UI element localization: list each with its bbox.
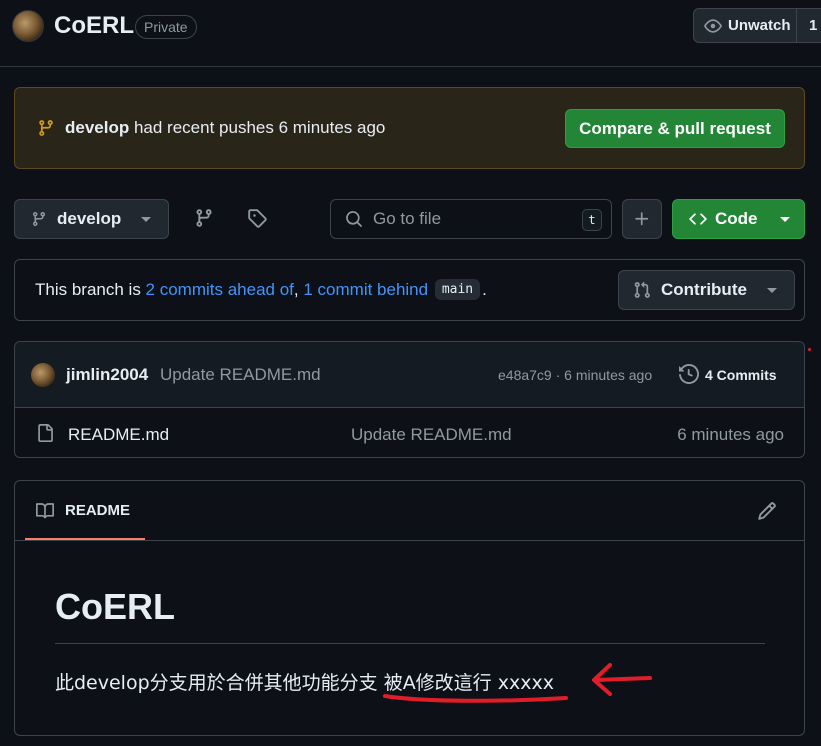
git-pull-request-icon: [633, 281, 651, 299]
author-avatar[interactable]: [31, 363, 55, 387]
branch-comparison-bar: This branch is 2 commits ahead of, 1 com…: [14, 259, 805, 321]
file-list: jimlin2004 Update README.md e48a7c9 · 6 …: [14, 341, 805, 458]
watch-count[interactable]: 1: [796, 9, 821, 42]
code-button[interactable]: Code: [672, 199, 805, 239]
chevron-down-icon: [141, 216, 152, 222]
contribute-label: Contribute: [661, 280, 747, 299]
active-tab-indicator: [25, 538, 145, 540]
recent-push-banner: develop had recent pushes 6 minutes ago …: [14, 87, 805, 169]
plus-icon: [633, 210, 651, 228]
heading-divider: [55, 643, 765, 644]
git-branch-icon: [37, 119, 55, 137]
red-arrow-annotation: [588, 660, 654, 700]
history-icon: [679, 364, 699, 384]
tab-readme[interactable]: README: [65, 502, 130, 519]
unwatch-button[interactable]: Unwatch 1: [693, 8, 821, 43]
add-file-button[interactable]: [622, 199, 662, 239]
repo-title[interactable]: CoERL: [54, 12, 134, 40]
file-commit-time: 6 minutes ago: [677, 425, 784, 444]
chevron-down-icon: [766, 287, 777, 293]
push-branch-link[interactable]: develop: [65, 118, 129, 137]
compare-pull-request-button[interactable]: Compare & pull request: [565, 109, 785, 148]
latest-commit-bar: jimlin2004 Update README.md e48a7c9 · 6 …: [15, 342, 804, 408]
branch-name: develop: [57, 209, 122, 228]
branch-selector[interactable]: develop: [14, 199, 169, 239]
readme-heading: CoERL: [55, 586, 175, 627]
eye-icon: [704, 17, 722, 35]
visibility-badge: Private: [135, 15, 197, 39]
readme-header: README: [15, 481, 804, 541]
code-icon: [689, 210, 707, 228]
branches-icon[interactable]: [194, 208, 214, 228]
push-message: develop had recent pushes 6 minutes ago: [65, 118, 386, 137]
keyboard-shortcut-hint: t: [582, 209, 602, 231]
unwatch-label: Unwatch: [728, 17, 791, 34]
book-icon: [35, 502, 55, 520]
red-dot-marker: [808, 348, 811, 351]
commits-behind-link[interactable]: 1 commit behind: [303, 280, 428, 300]
red-underline-annotation: [382, 688, 572, 708]
branch-status-text: This branch is 2 commits ahead of, 1 com…: [35, 279, 487, 300]
chevron-down-icon: [779, 216, 790, 222]
commit-author[interactable]: jimlin2004: [66, 365, 148, 385]
search-icon: [345, 210, 363, 228]
base-branch-chip: main: [434, 279, 481, 300]
file-commit-message[interactable]: Update README.md: [351, 425, 512, 445]
go-to-file-search[interactable]: t: [330, 199, 612, 239]
file-icon: [36, 424, 54, 442]
commits-count-link[interactable]: 4 Commits: [705, 367, 777, 383]
table-row[interactable]: README.md Update README.md 6 minutes ago: [15, 408, 804, 457]
contribute-button[interactable]: Contribute: [618, 270, 795, 310]
latest-commit-message[interactable]: Update README.md: [160, 365, 321, 385]
repo-owner-avatar[interactable]: [12, 10, 44, 42]
go-to-file-input[interactable]: [373, 209, 573, 229]
code-label: Code: [715, 209, 758, 228]
commits-ahead-link[interactable]: 2 commits ahead of: [146, 280, 294, 300]
tag-icon[interactable]: [247, 208, 267, 228]
header-divider: [0, 66, 821, 67]
git-branch-icon: [31, 211, 47, 227]
file-name-link[interactable]: README.md: [68, 425, 169, 445]
commit-hash-time[interactable]: e48a7c9 · 6 minutes ago: [498, 367, 652, 383]
pencil-icon[interactable]: [757, 501, 777, 521]
